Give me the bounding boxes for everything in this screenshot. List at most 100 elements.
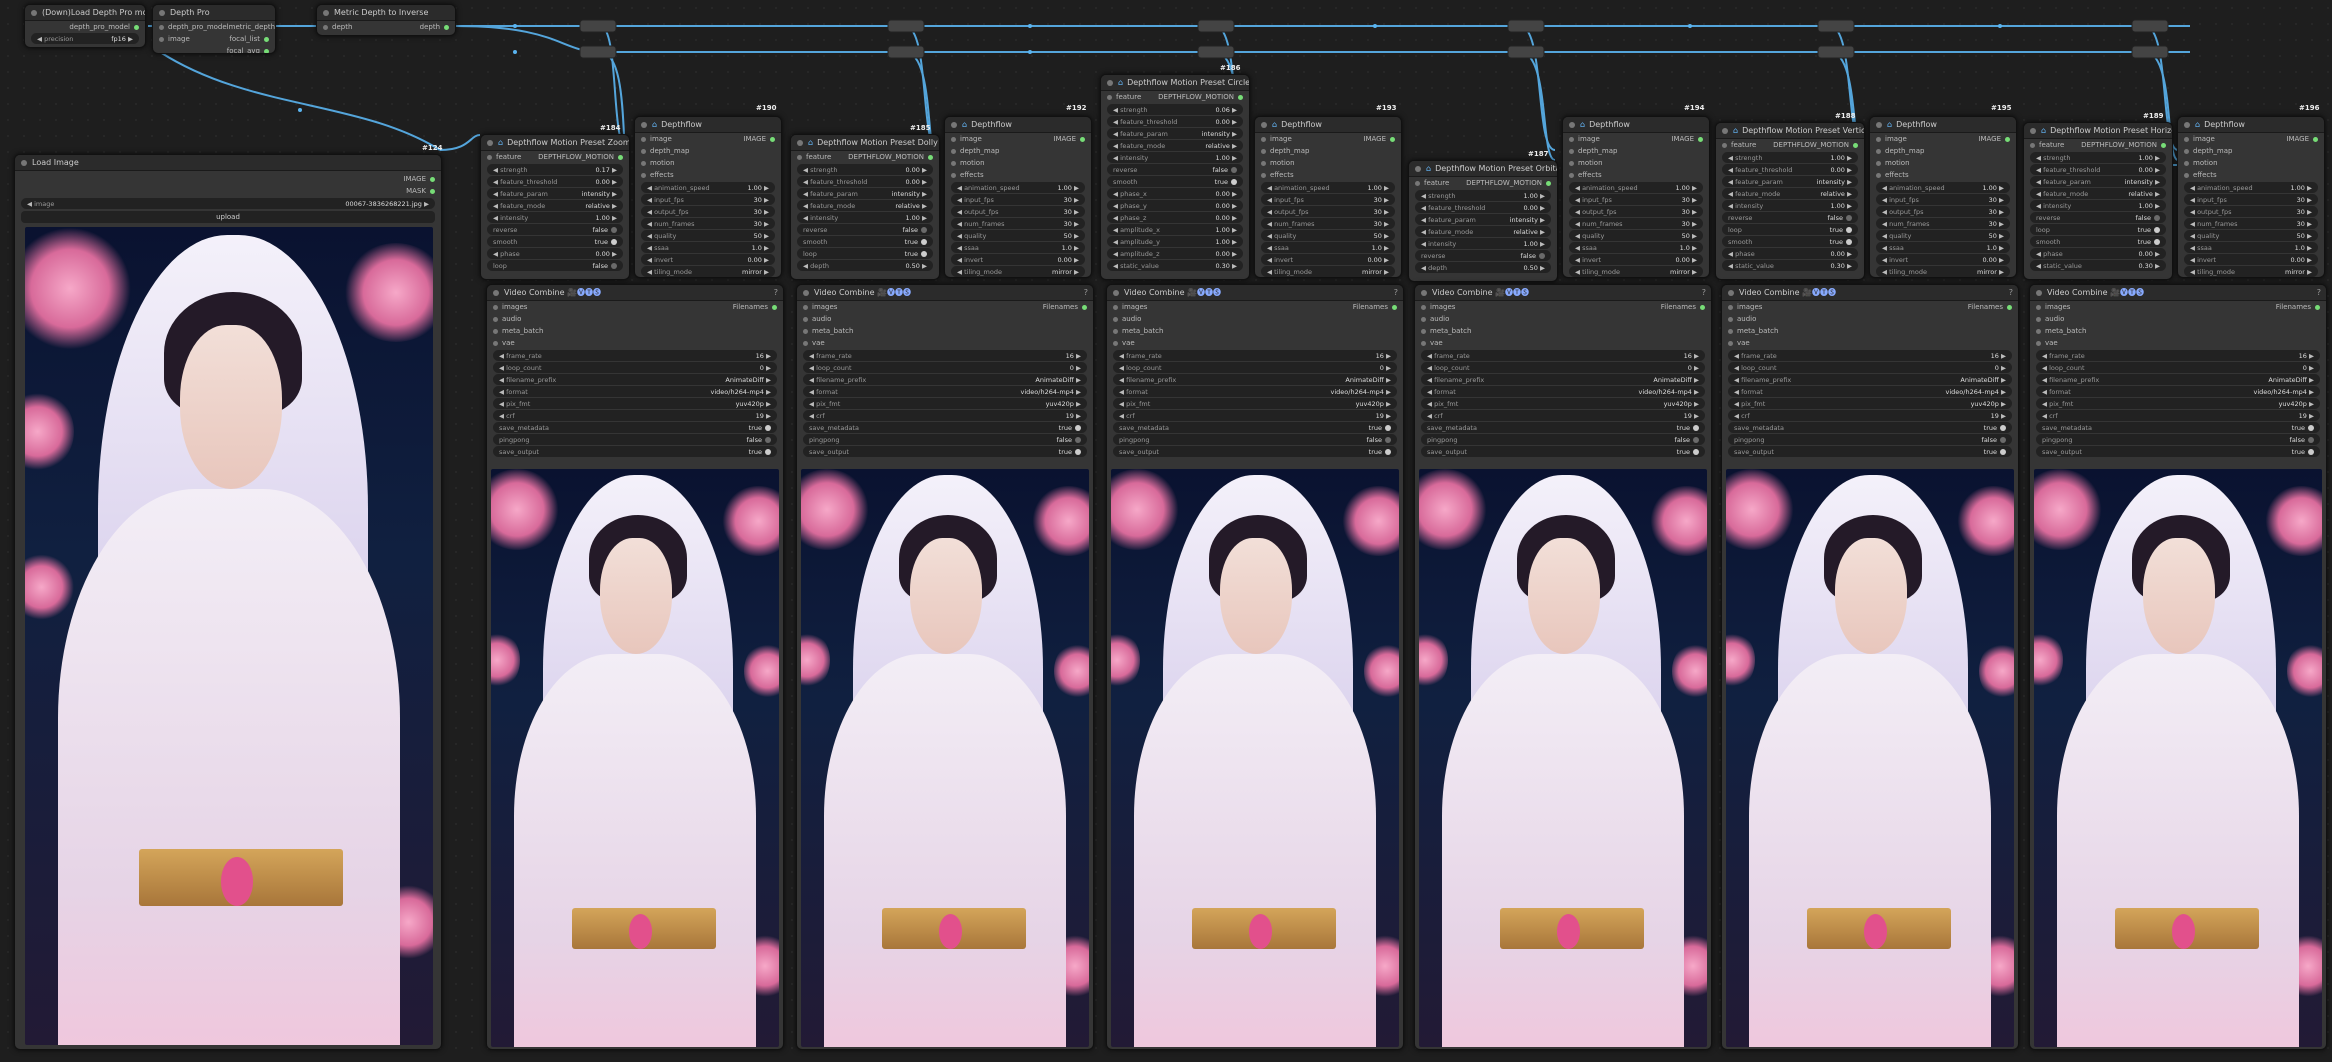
video-widget-save-output[interactable]: save_output true xyxy=(1113,446,1397,457)
depthflow-motion-preset-node[interactable]: ⌂ Depthflow Motion Preset Vertical featur… xyxy=(1715,122,1865,280)
depthflow-motion-preset-node[interactable]: ⌂ Depthflow Motion Preset Dolly feature DE… xyxy=(790,134,940,280)
depthflow-widget-input-fps[interactable]: ◀ input_fps 30 ▶ xyxy=(1876,194,2010,205)
depthflow-widget-input-fps[interactable]: ◀ input_fps 30 ▶ xyxy=(951,194,1085,205)
depthflow-widget-animation-speed[interactable]: ◀ animation_speed 1.00 ▶ xyxy=(2184,182,2318,193)
depthflow-motion-preset-node[interactable]: ⌂ Depthflow Motion Preset Circle feature D… xyxy=(1100,74,1250,280)
video-widget-frame-rate[interactable]: ◀ frame_rate 16 ▶ xyxy=(803,350,1087,361)
depthflow-widget-num-frames[interactable]: ◀ num_frames 30 ▶ xyxy=(2184,218,2318,229)
depthflow-widget-quality[interactable]: ◀ quality 50 ▶ xyxy=(641,230,775,241)
depthflow-widget-ssaa[interactable]: ◀ ssaa 1.0 ▶ xyxy=(1876,242,2010,253)
preset-widget-strength[interactable]: ◀ strength 1.00 ▶ xyxy=(2030,152,2166,163)
preset-widget-static-value[interactable]: ◀ static_value 0.30 ▶ xyxy=(1107,260,1243,271)
video-widget-save-metadata[interactable]: save_metadata true xyxy=(1113,422,1397,433)
depthflow-node[interactable]: ⌂ Depthflow image IMAGE depth_map motion e… xyxy=(634,116,782,278)
preset-widget-feature-threshold[interactable]: ◀ feature_threshold 0.00 ▶ xyxy=(1107,116,1243,127)
video-widget-save-metadata[interactable]: save_metadata true xyxy=(2036,422,2320,433)
depthflow-widget-num-frames[interactable]: ◀ num_frames 30 ▶ xyxy=(1876,218,2010,229)
precision-widget[interactable]: ◀ precision fp16 ▶ xyxy=(31,33,139,44)
depthflow-motion-preset-node[interactable]: ⌂ Depthflow Motion Preset Zoom feature DEP… xyxy=(480,134,630,280)
help-icon[interactable]: ? xyxy=(774,288,778,297)
depthflow-widget-quality[interactable]: ◀ quality 50 ▶ xyxy=(1261,230,1395,241)
preset-widget-smooth[interactable]: smooth true xyxy=(1722,236,1858,247)
video-widget-filename-prefix[interactable]: ◀ filename_prefix AnimateDiff ▶ xyxy=(1728,374,2012,385)
depthflow-widget-num-frames[interactable]: ◀ num_frames 30 ▶ xyxy=(951,218,1085,229)
video-combine-node[interactable]: Video Combine 🎥🅥🅣🅢? images Filenames audi… xyxy=(1414,284,1712,1050)
depthflow-widget-animation-speed[interactable]: ◀ animation_speed 1.00 ▶ xyxy=(1569,182,1703,193)
video-preview[interactable] xyxy=(1419,469,1707,1047)
video-combine-node[interactable]: Video Combine 🎥🅥🅣🅢? images Filenames audi… xyxy=(486,284,784,1050)
help-icon[interactable]: ? xyxy=(2009,288,2013,297)
depthflow-widget-ssaa[interactable]: ◀ ssaa 1.0 ▶ xyxy=(951,242,1085,253)
video-widget-save-metadata[interactable]: save_metadata true xyxy=(1728,422,2012,433)
preset-widget-amplitude-y[interactable]: ◀ amplitude_y 1.00 ▶ xyxy=(1107,236,1243,247)
preset-widget-static-value[interactable]: ◀ static_value 0.30 ▶ xyxy=(1722,260,1858,271)
video-widget-save-metadata[interactable]: save_metadata true xyxy=(803,422,1087,433)
preset-widget-reverse[interactable]: reverse false xyxy=(1107,164,1243,175)
video-widget-pingpong[interactable]: pingpong false xyxy=(1421,434,1705,445)
help-icon[interactable]: ? xyxy=(1084,288,1088,297)
depthflow-widget-tiling-mode[interactable]: ◀ tiling_mode mirror ▶ xyxy=(641,266,775,277)
depthflow-widget-invert[interactable]: ◀ invert 0.00 ▶ xyxy=(951,254,1085,265)
video-widget-format[interactable]: ◀ format video/h264-mp4 ▶ xyxy=(803,386,1087,397)
video-widget-save-output[interactable]: save_output true xyxy=(1421,446,1705,457)
preset-widget-smooth[interactable]: smooth true xyxy=(2030,236,2166,247)
depthflow-node[interactable]: ⌂ Depthflow image IMAGE depth_map motion e… xyxy=(1869,116,2017,278)
depthflow-widget-tiling-mode[interactable]: ◀ tiling_mode mirror ▶ xyxy=(1261,266,1395,277)
depthflow-widget-ssaa[interactable]: ◀ ssaa 1.0 ▶ xyxy=(1261,242,1395,253)
video-widget-filename-prefix[interactable]: ◀ filename_prefix AnimateDiff ▶ xyxy=(493,374,777,385)
preset-widget-feature-threshold[interactable]: ◀ feature_threshold 0.00 ▶ xyxy=(2030,164,2166,175)
video-widget-loop-count[interactable]: ◀ loop_count 0 ▶ xyxy=(803,362,1087,373)
video-widget-crf[interactable]: ◀ crf 19 ▶ xyxy=(493,410,777,421)
depthflow-widget-animation-speed[interactable]: ◀ animation_speed 1.00 ▶ xyxy=(1261,182,1395,193)
video-combine-node[interactable]: Video Combine 🎥🅥🅣🅢? images Filenames audi… xyxy=(1106,284,1404,1050)
video-widget-loop-count[interactable]: ◀ loop_count 0 ▶ xyxy=(1421,362,1705,373)
video-widget-format[interactable]: ◀ format video/h264-mp4 ▶ xyxy=(493,386,777,397)
video-widget-crf[interactable]: ◀ crf 19 ▶ xyxy=(803,410,1087,421)
video-preview[interactable] xyxy=(2034,469,2322,1047)
preset-widget-reverse[interactable]: reverse false xyxy=(2030,212,2166,223)
depthflow-widget-tiling-mode[interactable]: ◀ tiling_mode mirror ▶ xyxy=(1876,266,2010,277)
preset-widget-feature-param[interactable]: ◀ feature_param intensity ▶ xyxy=(797,188,933,199)
image-select-widget[interactable]: ◀ image 00067-3836268221.jpg ▶ xyxy=(21,198,435,209)
video-widget-loop-count[interactable]: ◀ loop_count 0 ▶ xyxy=(1113,362,1397,373)
depthflow-widget-input-fps[interactable]: ◀ input_fps 30 ▶ xyxy=(1569,194,1703,205)
video-widget-frame-rate[interactable]: ◀ frame_rate 16 ▶ xyxy=(1421,350,1705,361)
video-widget-save-output[interactable]: save_output true xyxy=(803,446,1087,457)
video-widget-format[interactable]: ◀ format video/h264-mp4 ▶ xyxy=(1728,386,2012,397)
depthflow-widget-animation-speed[interactable]: ◀ animation_speed 1.00 ▶ xyxy=(1876,182,2010,193)
video-widget-save-output[interactable]: save_output true xyxy=(493,446,777,457)
video-preview[interactable] xyxy=(1726,469,2014,1047)
preset-widget-reverse[interactable]: reverse false xyxy=(1722,212,1858,223)
video-widget-pingpong[interactable]: pingpong false xyxy=(493,434,777,445)
video-combine-node[interactable]: Video Combine 🎥🅥🅣🅢? images Filenames audi… xyxy=(2029,284,2327,1050)
preset-widget-feature-mode[interactable]: ◀ feature_mode relative ▶ xyxy=(1722,188,1858,199)
depthflow-motion-preset-node[interactable]: ⌂Depthflow Motion Preset Horizontal feat… xyxy=(2023,122,2173,280)
preset-widget-smooth[interactable]: smooth true xyxy=(487,236,623,247)
depthflow-widget-output-fps[interactable]: ◀ output_fps 30 ▶ xyxy=(1261,206,1395,217)
preset-widget-reverse[interactable]: reverse false xyxy=(797,224,933,235)
preset-widget-feature-param[interactable]: ◀ feature_param intensity ▶ xyxy=(1107,128,1243,139)
depthflow-widget-output-fps[interactable]: ◀ output_fps 30 ▶ xyxy=(1876,206,2010,217)
preset-widget-strength[interactable]: ◀ strength 1.00 ▶ xyxy=(1415,190,1551,201)
depthflow-widget-input-fps[interactable]: ◀ input_fps 30 ▶ xyxy=(641,194,775,205)
preset-widget-strength[interactable]: ◀ strength 0.00 ▶ xyxy=(797,164,933,175)
preset-widget-feature-mode[interactable]: ◀ feature_mode relative ▶ xyxy=(1415,226,1551,237)
preset-widget-feature-threshold[interactable]: ◀ feature_threshold 0.00 ▶ xyxy=(797,176,933,187)
preset-widget-feature-threshold[interactable]: ◀ feature_threshold 0.00 ▶ xyxy=(1415,202,1551,213)
depthflow-widget-input-fps[interactable]: ◀ input_fps 30 ▶ xyxy=(2184,194,2318,205)
video-widget-format[interactable]: ◀ format video/h264-mp4 ▶ xyxy=(2036,386,2320,397)
preset-widget-static-value[interactable]: ◀ static_value 0.30 ▶ xyxy=(2030,260,2166,271)
depthflow-node[interactable]: ⌂ Depthflow image IMAGE depth_map motion e… xyxy=(1254,116,1402,278)
video-combine-node[interactable]: Video Combine 🎥🅥🅣🅢? images Filenames audi… xyxy=(1721,284,2019,1050)
help-icon[interactable]: ? xyxy=(1394,288,1398,297)
video-widget-format[interactable]: ◀ format video/h264-mp4 ▶ xyxy=(1421,386,1705,397)
video-combine-node[interactable]: Video Combine 🎥🅥🅣🅢? images Filenames audi… xyxy=(796,284,1094,1050)
preset-widget-loop[interactable]: loop true xyxy=(1722,224,1858,235)
preset-widget-smooth[interactable]: smooth true xyxy=(1107,176,1243,187)
depthflow-widget-input-fps[interactable]: ◀ input_fps 30 ▶ xyxy=(1261,194,1395,205)
preset-widget-intensity[interactable]: ◀ intensity 1.00 ▶ xyxy=(797,212,933,223)
depthflow-widget-invert[interactable]: ◀ invert 0.00 ▶ xyxy=(1569,254,1703,265)
depthflow-widget-num-frames[interactable]: ◀ num_frames 30 ▶ xyxy=(1261,218,1395,229)
video-widget-pingpong[interactable]: pingpong false xyxy=(2036,434,2320,445)
depth-pro-model-output[interactable]: depth_pro_model xyxy=(69,23,139,31)
